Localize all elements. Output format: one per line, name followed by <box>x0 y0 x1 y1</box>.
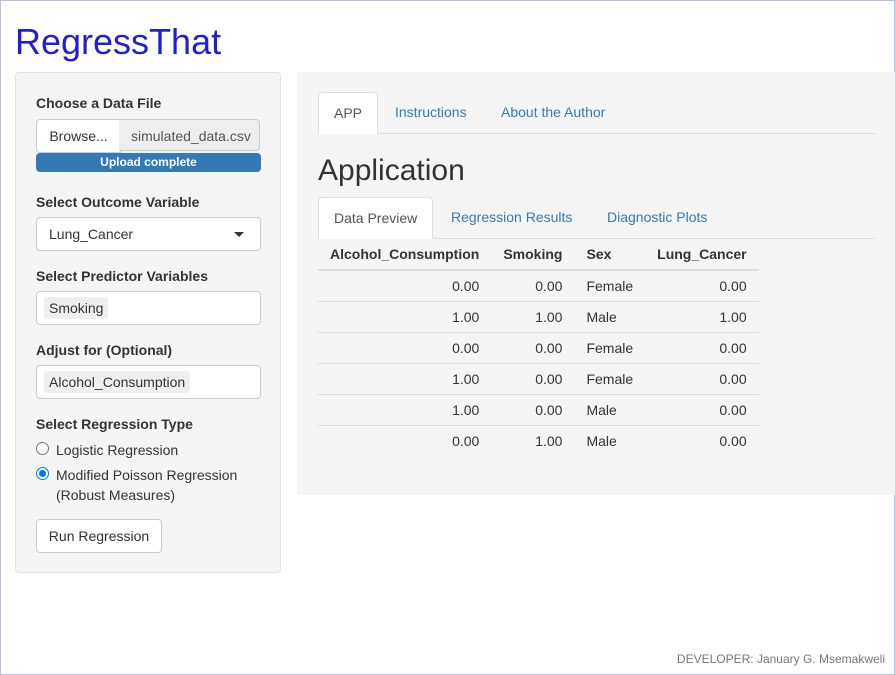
developer-credit: DEVELOPER: January G. Msemakweli <box>676 652 885 666</box>
regression-type-label: Select Regression Type <box>36 416 193 432</box>
tab-data-preview[interactable]: Data Preview <box>318 197 434 239</box>
file-input-label: Choose a Data File <box>36 95 162 111</box>
table-header-row: Alcohol_Consumption Smoking Sex Lung_Can… <box>318 239 759 271</box>
table-cell: 0.00 <box>645 332 759 364</box>
predictor-label: Select Predictor Variables <box>36 268 208 284</box>
table-cell: Male <box>574 425 646 456</box>
radio-button-selected[interactable] <box>36 467 49 480</box>
tab-regression-results[interactable]: Regression Results <box>436 197 587 237</box>
table-cell: 0.00 <box>645 269 759 302</box>
col-header: Alcohol_Consumption <box>318 239 492 271</box>
table-cell: 0.00 <box>491 332 575 364</box>
table-cell: 0.00 <box>318 269 492 302</box>
radio-logistic-label: Logistic Regression <box>56 442 179 458</box>
adjust-label: Adjust for (Optional) <box>36 342 173 358</box>
table-cell: 0.00 <box>491 363 575 395</box>
outcome-select-value: Lung_Cancer <box>49 226 134 242</box>
section-title: Application <box>318 154 465 187</box>
table-cell: 1.00 <box>491 301 575 333</box>
sidebar-panel: Choose a Data File Browse... simulated_d… <box>15 72 281 573</box>
sub-tabs: Data Preview Regression Results Diagnost… <box>318 197 875 239</box>
tab-app[interactable]: APP <box>318 92 379 134</box>
app-title: RegressThat <box>15 21 222 62</box>
table-row: 0.00 0.00 Female 0.00 <box>318 269 759 302</box>
file-name-field[interactable]: simulated_data.csv <box>119 119 260 151</box>
table-cell: 0.00 <box>491 269 575 302</box>
table-cell: Female <box>574 332 646 364</box>
table-cell: 1.00 <box>318 394 492 426</box>
table-cell: 1.00 <box>491 425 575 456</box>
upload-progress-bar: Upload complete <box>36 153 261 172</box>
table-row: 0.00 1.00 Male 0.00 <box>318 425 759 456</box>
outcome-label: Select Outcome Variable <box>36 194 200 210</box>
table-cell: 1.00 <box>318 301 492 333</box>
table-row: 1.00 0.00 Female 0.00 <box>318 363 759 395</box>
table-cell: Male <box>574 301 646 333</box>
table-row: 1.00 1.00 Male 1.00 <box>318 301 759 333</box>
table-cell: 0.00 <box>645 394 759 426</box>
table-cell: 0.00 <box>645 363 759 395</box>
table-row: 0.00 0.00 Female 0.00 <box>318 332 759 364</box>
main-tabs: APP Instructions About the Author <box>318 92 875 134</box>
main-panel: APP Instructions About the Author Applic… <box>297 72 895 495</box>
table-cell: 0.00 <box>318 425 492 456</box>
chevron-down-icon <box>234 232 244 237</box>
table-cell: Male <box>574 394 646 426</box>
col-header: Lung_Cancer <box>645 239 759 271</box>
table-cell: 0.00 <box>318 332 492 364</box>
predictor-select[interactable]: Smoking <box>36 291 261 325</box>
table-cell: 1.00 <box>645 301 759 333</box>
adjust-tag[interactable]: Alcohol_Consumption <box>44 371 191 393</box>
tab-instructions[interactable]: Instructions <box>380 92 482 132</box>
tab-about-author[interactable]: About the Author <box>486 92 620 132</box>
table-cell: Female <box>574 363 646 395</box>
adjust-select[interactable]: Alcohol_Consumption <box>36 365 261 399</box>
browse-button[interactable]: Browse... <box>36 119 121 153</box>
table-cell: 0.00 <box>645 425 759 456</box>
table-cell: 1.00 <box>318 363 492 395</box>
col-header: Sex <box>574 239 646 271</box>
data-preview-table: Alcohol_Consumption Smoking Sex Lung_Can… <box>318 239 759 456</box>
table-cell: Female <box>574 269 646 302</box>
table-cell: 0.00 <box>491 394 575 426</box>
outcome-select[interactable]: Lung_Cancer <box>36 217 261 251</box>
tab-diagnostic-plots[interactable]: Diagnostic Plots <box>592 197 722 237</box>
radio-poisson-sublabel: (Robust Measures) <box>56 487 176 503</box>
table-row: 1.00 0.00 Male 0.00 <box>318 394 759 426</box>
run-regression-button[interactable]: Run Regression <box>36 519 162 553</box>
radio-button[interactable] <box>36 442 49 455</box>
predictor-tag[interactable]: Smoking <box>44 297 109 319</box>
file-input-group: Browse... simulated_data.csv <box>36 119 261 153</box>
col-header: Smoking <box>491 239 575 271</box>
radio-poisson-label: Modified Poisson Regression <box>56 467 238 483</box>
